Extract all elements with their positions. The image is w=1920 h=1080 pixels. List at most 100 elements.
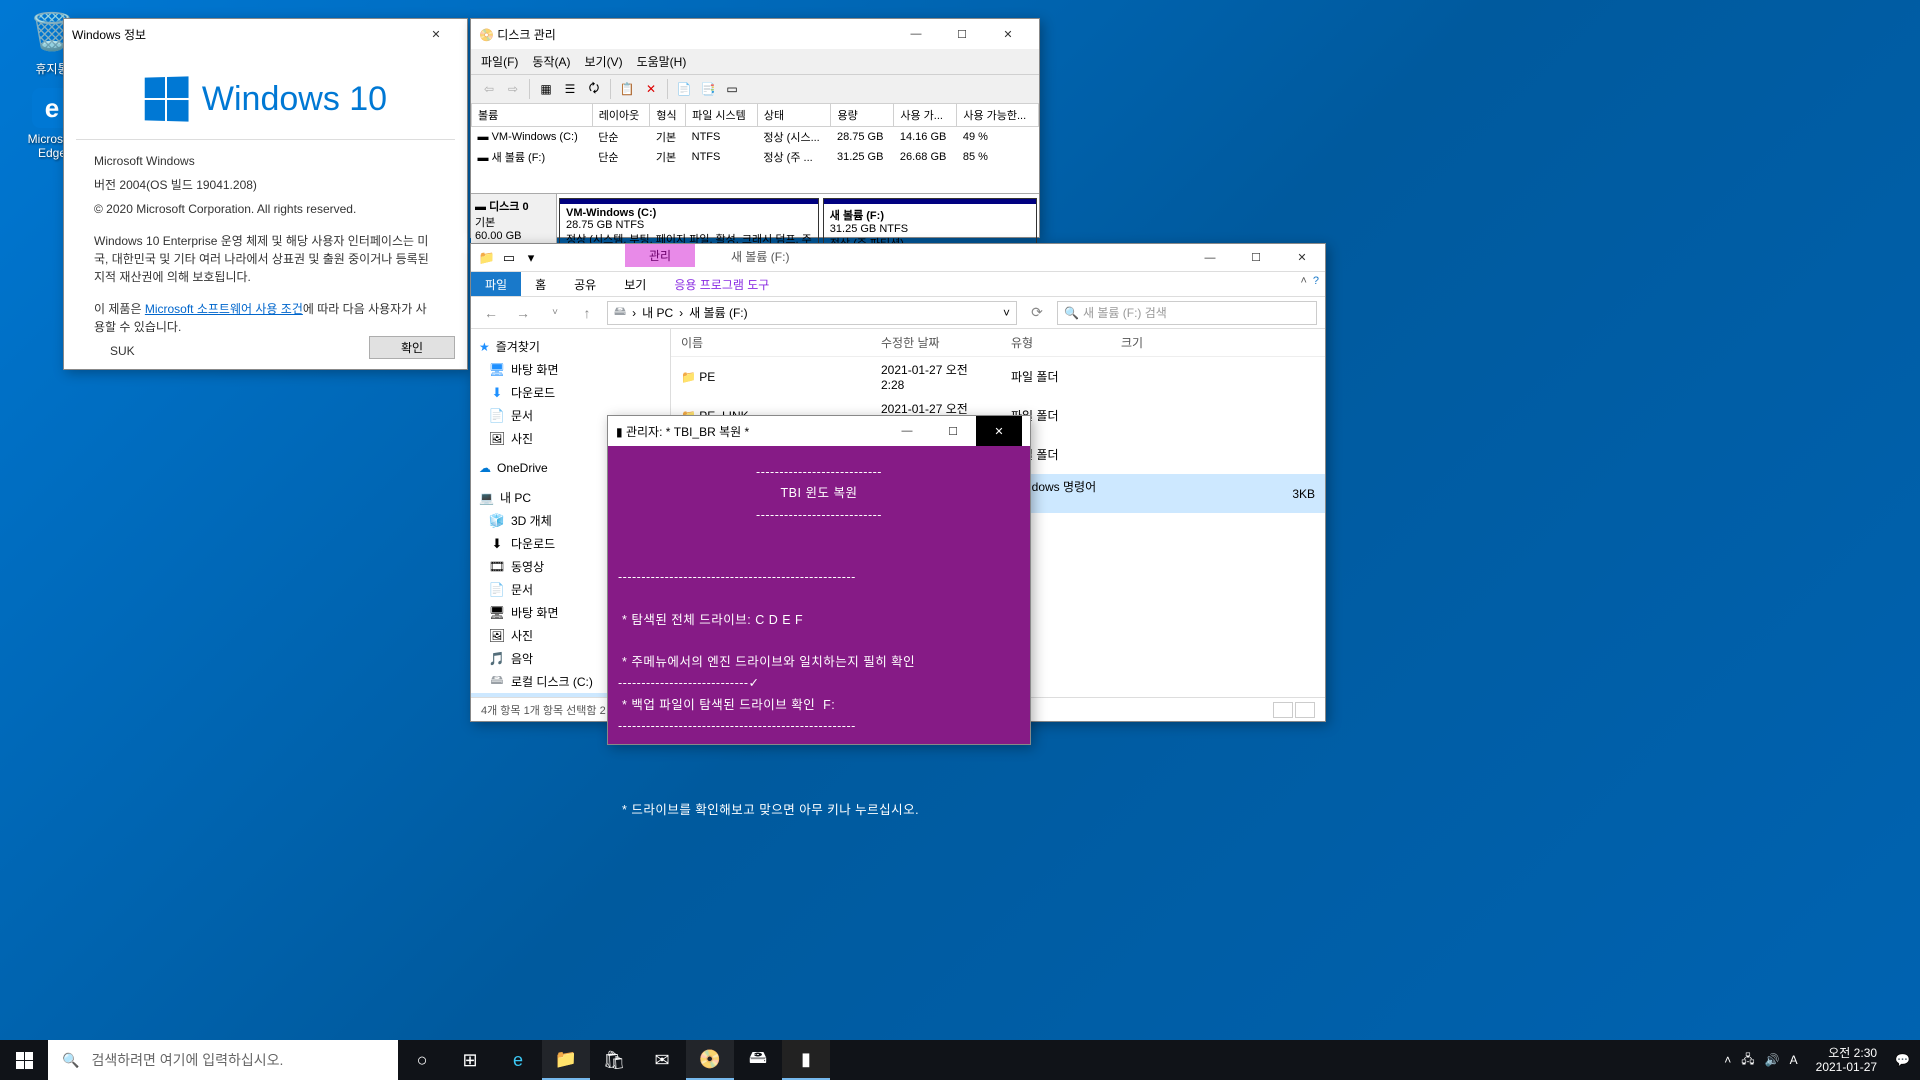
- volume-list[interactable]: 볼륨 레이아웃 형식 파일 시스템 상태 용량 사용 가... 사용 가능한..…: [471, 103, 1039, 167]
- minimize-button[interactable]: —: [893, 19, 939, 49]
- toolbar-btn[interactable]: ▦: [536, 79, 556, 99]
- winver-product: Microsoft Windows: [94, 152, 437, 170]
- tab-view[interactable]: 보기: [610, 272, 660, 296]
- view-details-icon[interactable]: [1273, 702, 1293, 718]
- titlebar[interactable]: 📁 ▭ ▾ 관리 새 볼륨 (F:) — ☐ ✕: [471, 244, 1325, 272]
- back-button[interactable]: ←: [479, 301, 503, 325]
- col-free[interactable]: 사용 가...: [894, 104, 957, 127]
- taskbar-app[interactable]: 🖴: [734, 1040, 782, 1080]
- taskbar-store[interactable]: 🛍: [590, 1040, 638, 1080]
- delete-icon[interactable]: ✕: [641, 79, 661, 99]
- minimize-button[interactable]: —: [1187, 243, 1233, 273]
- col-type[interactable]: 유형: [1001, 329, 1111, 357]
- chevron-down-icon[interactable]: ˅: [1003, 306, 1010, 320]
- tab-share[interactable]: 공유: [560, 272, 610, 296]
- toolbar-btn[interactable]: ☰: [560, 79, 580, 99]
- taskbar-clock[interactable]: 오전 2:30 2021-01-27: [1808, 1046, 1885, 1075]
- menu-help[interactable]: 도움말(H): [637, 53, 687, 70]
- volume-row[interactable]: ▬ 새 볼륨 (F:) 단순 기본 NTFS 정상 (주 ... 31.25 G…: [472, 147, 1039, 167]
- picture-icon: 🖼: [489, 431, 505, 447]
- taskbar-explorer[interactable]: 📁: [542, 1040, 590, 1080]
- taskbar-diskmgmt[interactable]: 📀: [686, 1040, 734, 1080]
- col-fs[interactable]: 파일 시스템: [686, 104, 758, 127]
- recent-dropdown[interactable]: ˅: [543, 301, 567, 325]
- menu-action[interactable]: 동작(A): [532, 53, 570, 70]
- up-button[interactable]: ↑: [575, 301, 599, 325]
- col-capacity[interactable]: 용량: [831, 104, 894, 127]
- folder-icon[interactable]: 📁: [477, 248, 497, 268]
- nav-quick-access[interactable]: ★즐겨찾기: [471, 335, 670, 358]
- close-button[interactable]: ✕: [985, 19, 1031, 49]
- forward-icon[interactable]: ⇨: [503, 79, 523, 99]
- ime-indicator[interactable]: A: [1790, 1053, 1798, 1067]
- minimize-button[interactable]: —: [884, 416, 930, 446]
- close-button[interactable]: ✕: [976, 416, 1022, 446]
- tab-home[interactable]: 홈: [521, 272, 560, 296]
- disk-management-window: 📀 디스크 관리 — ☐ ✕ 파일(F) 동작(A) 보기(V) 도움말(H) …: [470, 18, 1040, 238]
- col-date[interactable]: 수정한 날짜: [871, 329, 1001, 357]
- tab-file[interactable]: 파일: [471, 272, 521, 296]
- close-button[interactable]: ✕: [413, 19, 459, 49]
- cloud-icon: ☁: [479, 461, 491, 475]
- context-tab-manage[interactable]: 관리: [625, 244, 695, 267]
- nav-desktop[interactable]: 🖥바탕 화면: [471, 358, 670, 381]
- qat-dropdown-icon[interactable]: ▾: [521, 248, 541, 268]
- help-icon[interactable]: ?: [1313, 275, 1319, 287]
- license-link[interactable]: Microsoft 소프트웨어 사용 조건: [145, 302, 303, 316]
- forward-button[interactable]: →: [511, 301, 535, 325]
- tray-overflow-icon[interactable]: ˄: [1724, 1053, 1731, 1067]
- ok-button[interactable]: 확인: [369, 336, 455, 359]
- menu-view[interactable]: 보기(V): [584, 53, 622, 70]
- titlebar[interactable]: ▮ 관리자: * TBI_BR 복원 * — ☐ ✕: [608, 416, 1030, 446]
- taskbar-cmd[interactable]: ▮: [782, 1040, 830, 1080]
- file-row[interactable]: 📁 PE2021-01-27 오전 2:28파일 폴더: [671, 357, 1325, 397]
- refresh-button[interactable]: ⟳: [1025, 301, 1049, 325]
- tab-apptools[interactable]: 응용 프로그램 도구: [660, 272, 783, 296]
- col-layout[interactable]: 레이아웃: [592, 104, 650, 127]
- music-icon: 🎵: [489, 651, 505, 667]
- maximize-button[interactable]: ☐: [1233, 243, 1279, 273]
- toolbar-btn[interactable]: 📋: [617, 79, 637, 99]
- ribbon-collapse-icon[interactable]: ˄: [1300, 275, 1306, 287]
- col-status[interactable]: 상태: [757, 104, 831, 127]
- nav-downloads[interactable]: ⬇다운로드: [471, 381, 670, 404]
- titlebar[interactable]: Windows 정보 ✕: [64, 19, 467, 49]
- download-icon: ⬇: [489, 536, 505, 552]
- titlebar[interactable]: 📀 디스크 관리 — ☐ ✕: [471, 19, 1039, 49]
- col-freepct[interactable]: 사용 가능한...: [957, 104, 1039, 127]
- cube-icon: 🧊: [489, 513, 505, 529]
- maximize-button[interactable]: ☐: [930, 416, 976, 446]
- network-icon[interactable]: 🖧: [1741, 1050, 1754, 1071]
- winver-window: Windows 정보 ✕ Windows 10 Microsoft Window…: [63, 18, 468, 370]
- properties-icon[interactable]: ▭: [499, 248, 519, 268]
- start-button[interactable]: [0, 1040, 48, 1080]
- breadcrumb[interactable]: 내 PC: [642, 304, 673, 321]
- taskbar-mail[interactable]: ✉: [638, 1040, 686, 1080]
- back-icon[interactable]: ⇦: [479, 79, 499, 99]
- refresh-icon[interactable]: 🗘: [584, 79, 604, 99]
- col-size[interactable]: 크기: [1111, 329, 1325, 357]
- console-output[interactable]: ---------------------------TBI 윈도 복원----…: [608, 446, 1030, 837]
- toolbar-btn[interactable]: 📑: [698, 79, 718, 99]
- col-name[interactable]: 이름: [671, 329, 871, 357]
- volume-row[interactable]: ▬ VM-Windows (C:) 단순 기본 NTFS 정상 (시스... 2…: [472, 127, 1039, 148]
- taskbar-search-input[interactable]: 🔍 검색하려면 여기에 입력하십시오.: [48, 1040, 398, 1080]
- col-volume[interactable]: 볼륨: [472, 104, 593, 127]
- search-input[interactable]: 🔍 새 볼륨 (F:) 검색: [1057, 301, 1317, 325]
- taskbar-edge[interactable]: e: [494, 1040, 542, 1080]
- volume-icon[interactable]: 🔊: [1765, 1053, 1780, 1067]
- col-type[interactable]: 형식: [650, 104, 686, 127]
- maximize-button[interactable]: ☐: [939, 19, 985, 49]
- toolbar-btn[interactable]: ▭: [722, 79, 742, 99]
- menu-file[interactable]: 파일(F): [481, 53, 518, 70]
- address-bar[interactable]: 🖴 › 내 PC › 새 볼륨 (F:) ˅: [607, 301, 1017, 325]
- task-view-button[interactable]: ⊞: [446, 1040, 494, 1080]
- view-large-icon[interactable]: [1295, 702, 1315, 718]
- cortana-button[interactable]: ○: [398, 1040, 446, 1080]
- action-center-icon[interactable]: 💬: [1895, 1053, 1910, 1067]
- video-icon: 🎞: [489, 559, 505, 575]
- breadcrumb[interactable]: 새 볼륨 (F:): [689, 304, 747, 321]
- toolbar-btn[interactable]: 📄: [674, 79, 694, 99]
- search-icon: 🔍: [62, 1052, 79, 1069]
- close-button[interactable]: ✕: [1279, 243, 1325, 273]
